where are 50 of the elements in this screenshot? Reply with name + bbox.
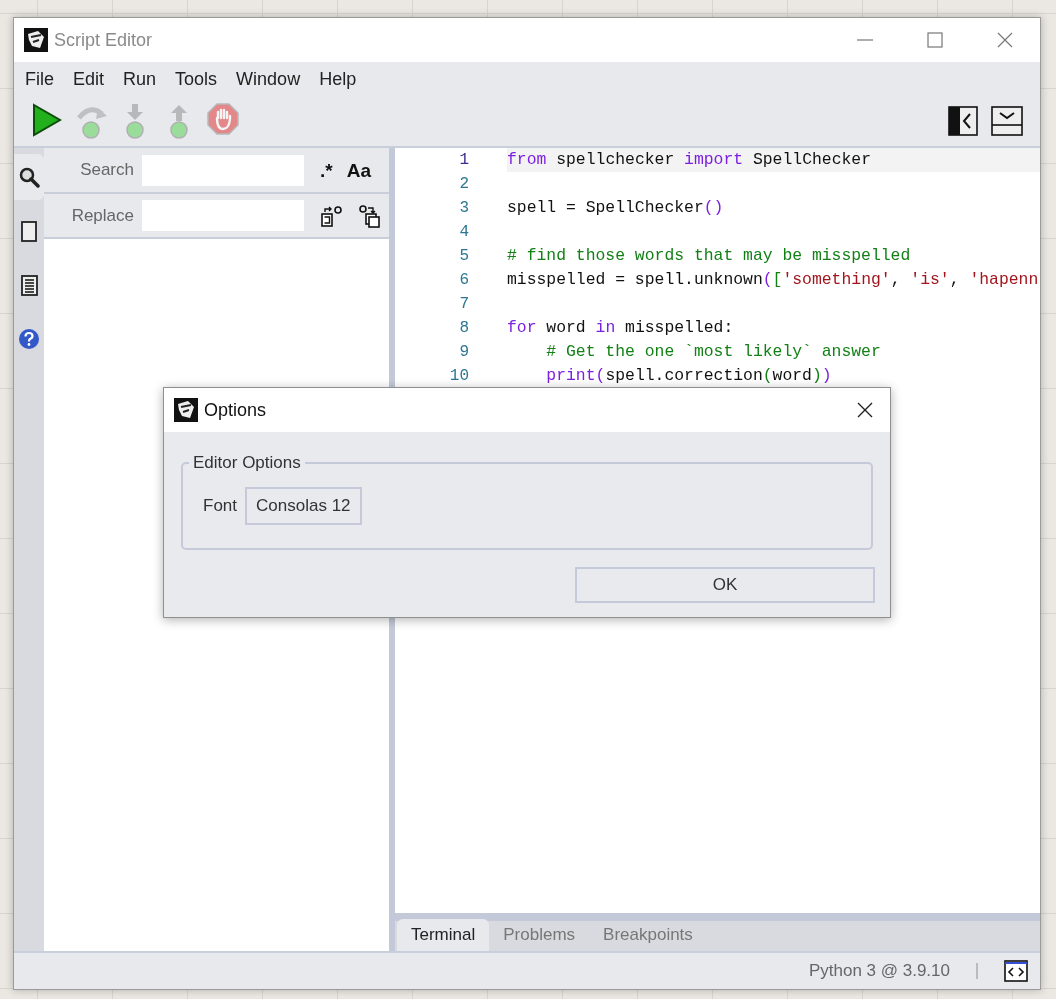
menu-item[interactable]: Edit — [64, 65, 114, 93]
logo-icon — [24, 28, 48, 52]
replace-label: Replace — [70, 204, 134, 227]
close-icon — [856, 401, 874, 419]
logo-icon — [174, 398, 198, 422]
search-label: Search — [79, 159, 134, 182]
page-icon — [18, 219, 40, 243]
replace-icon — [320, 203, 344, 228]
font-label: Font — [203, 495, 238, 518]
line-number: 4 — [458, 222, 469, 243]
regex-toggle[interactable]: .* — [316, 160, 337, 180]
search-tab[interactable] — [14, 154, 44, 200]
replace-all-icon — [358, 203, 382, 228]
sidebar-toggle-icon — [948, 106, 978, 136]
line-number: 2 — [458, 174, 469, 195]
menu-item[interactable]: Help — [310, 65, 366, 93]
help-icon — [18, 327, 40, 351]
dialog-title: Options — [204, 398, 268, 422]
code-line: for word in misspelled: — [507, 317, 735, 339]
line-number: 3 — [458, 198, 469, 219]
document-icon — [18, 273, 40, 297]
window-title: Script Editor — [54, 28, 153, 52]
code-line: # find those words that may be misspelled — [507, 245, 912, 267]
minimize-icon — [857, 39, 873, 41]
menu-item[interactable]: Run — [114, 65, 166, 93]
menu-item[interactable]: File — [16, 65, 63, 93]
maximize-icon — [926, 31, 944, 49]
line-number: 10 — [448, 366, 469, 387]
menu-item[interactable]: Tools — [166, 65, 227, 93]
line-number: 8 — [458, 318, 469, 339]
line-number: 9 — [458, 342, 469, 363]
line-number: 7 — [458, 294, 469, 315]
close-icon — [996, 31, 1014, 49]
code-icon — [1004, 960, 1028, 982]
ok-button[interactable]: OK — [575, 567, 875, 603]
font-button[interactable]: Consolas 12 — [245, 487, 362, 525]
line-number: 5 — [458, 246, 469, 267]
panel-tab[interactable]: Terminal — [397, 918, 490, 951]
code-line: # Get the one `most likely` answer — [545, 341, 882, 363]
panel-toggle-icon — [991, 106, 1023, 136]
menu-item[interactable]: Window — [227, 65, 310, 93]
code-line: spell = SpellChecker() — [507, 197, 725, 219]
search-icon — [18, 165, 40, 189]
code-line: print(spell.correction(word)) — [545, 365, 833, 387]
line-number: 6 — [458, 270, 469, 291]
interpreter-label: Python 3 @ 3.9.10 — [808, 960, 950, 983]
line-number: 1 — [458, 150, 469, 171]
match-case-toggle[interactable]: Aa — [342, 160, 375, 180]
code-view-button[interactable] — [1004, 960, 1028, 982]
code-line: misspelled = spell.unknown(['something', 'is', 'hapenn — [507, 269, 1040, 291]
